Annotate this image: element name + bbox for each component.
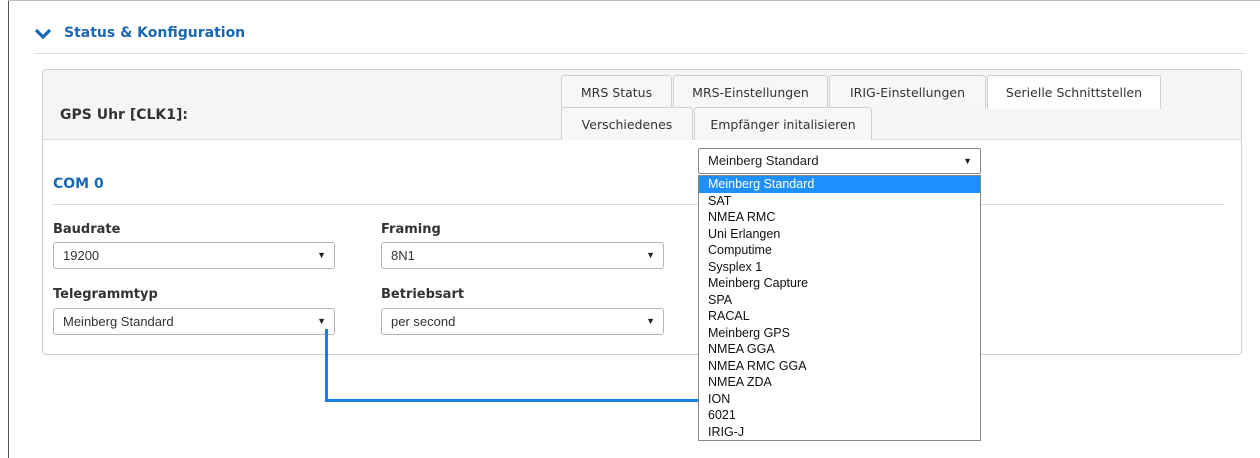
com-port-title: COM 0 — [53, 176, 104, 192]
dropdown-option[interactable]: Meinberg Standard — [699, 176, 980, 193]
connector-line — [325, 399, 698, 402]
dropdown-option[interactable]: NMEA GGA — [699, 341, 980, 358]
dropdown-option-list: Meinberg Standard SAT NMEA RMC Uni Erlangen… — [698, 175, 981, 441]
dropdown-option[interactable]: Meinberg GPS — [699, 325, 980, 342]
tab-verschiedenes[interactable]: Verschiedenes — [561, 107, 693, 140]
telegrammtyp-value: Meinberg Standard — [63, 314, 174, 329]
window-border-top — [8, 0, 1260, 1]
dropdown-arrow-icon: ▼ — [646, 250, 655, 260]
betriebsart-label: Betriebsart — [381, 287, 465, 302]
baudrate-value: 19200 — [63, 248, 100, 263]
dropdown-option[interactable]: ION — [699, 391, 980, 408]
connector-line — [325, 329, 328, 402]
betriebsart-value: per second — [391, 314, 456, 329]
section-header[interactable]: Status & Konfiguration — [34, 22, 245, 44]
divider — [53, 204, 1225, 205]
baudrate-label: Baudrate — [53, 222, 121, 237]
dropdown-option[interactable]: IRIG-J — [699, 424, 980, 441]
tab-mrs-status[interactable]: MRS Status — [561, 75, 672, 108]
telegrammtyp-dropdown[interactable]: Meinberg Standard ▼ — [698, 148, 981, 174]
tab-serielle-schnittstellen[interactable]: Serielle Schnittstellen — [987, 75, 1161, 109]
tab-empfaenger-initalisieren[interactable]: Empfänger initalisieren — [694, 107, 872, 140]
framing-select[interactable]: 8N1 ▼ — [381, 242, 664, 269]
framing-label: Framing — [381, 222, 441, 237]
dropdown-option[interactable]: 6021 — [699, 407, 980, 424]
telegrammtyp-label: Telegrammtyp — [53, 287, 158, 302]
dropdown-option[interactable]: Uni Erlangen — [699, 226, 980, 243]
dropdown-arrow-icon: ▼ — [646, 316, 655, 326]
panel-title: GPS Uhr [CLK1]: — [60, 107, 189, 123]
dropdown-option[interactable]: RACAL — [699, 308, 980, 325]
dropdown-arrow-icon: ▼ — [317, 250, 326, 260]
dropdown-option[interactable]: NMEA RMC — [699, 209, 980, 226]
dropdown-option[interactable]: NMEA RMC GGA — [699, 358, 980, 375]
dropdown-value: Meinberg Standard — [708, 153, 819, 168]
divider — [34, 53, 1246, 54]
section-title: Status & Konfiguration — [64, 25, 246, 41]
baudrate-select[interactable]: 19200 ▼ — [53, 242, 335, 269]
telegrammtyp-select[interactable]: Meinberg Standard ▼ — [53, 308, 335, 335]
dropdown-option[interactable]: SPA — [699, 292, 980, 309]
dropdown-option[interactable]: SAT — [699, 193, 980, 210]
tab-mrs-einstellungen[interactable]: MRS-Einstellungen — [673, 75, 828, 108]
window-border-left — [8, 0, 9, 458]
chevron-down-icon[interactable] — [34, 26, 52, 40]
tab-irig-einstellungen[interactable]: IRIG-Einstellungen — [829, 75, 986, 108]
betriebsart-select[interactable]: per second ▼ — [381, 308, 664, 335]
framing-value: 8N1 — [391, 248, 415, 263]
dropdown-option[interactable]: Computime — [699, 242, 980, 259]
dropdown-option[interactable]: NMEA ZDA — [699, 374, 980, 391]
dropdown-option[interactable]: Meinberg Capture — [699, 275, 980, 292]
dropdown-option[interactable]: Sysplex 1 — [699, 259, 980, 276]
dropdown-arrow-icon: ▼ — [963, 156, 972, 166]
